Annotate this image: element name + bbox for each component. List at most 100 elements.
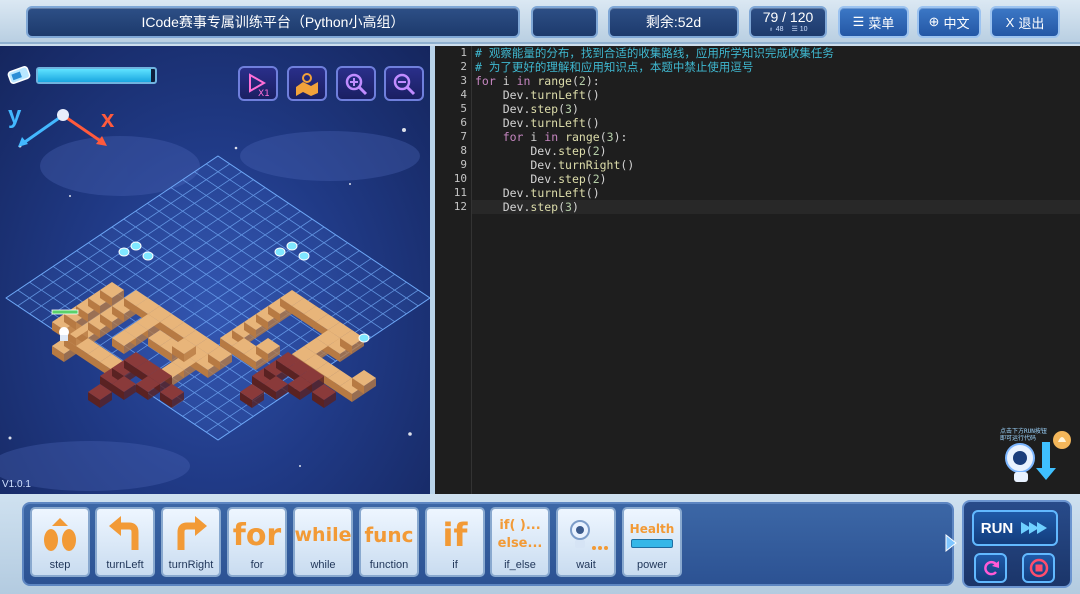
line-number: 11	[453, 186, 467, 199]
map-icon	[296, 72, 318, 96]
blank-panel	[531, 6, 598, 38]
speed-icon: X1	[249, 72, 270, 97]
menu-button[interactable]: ☰ 菜单	[838, 6, 909, 38]
block-if-else[interactable]: if( )... else... if_else	[490, 507, 550, 577]
svg-text:X1: X1	[258, 89, 270, 97]
line-number: 4	[460, 88, 467, 101]
health-glyph: Health	[624, 513, 680, 557]
progress-counter: 79 / 120 ♁ 48 ☰ 10	[749, 6, 827, 38]
code-line[interactable]: Dev.turnLeft()	[472, 186, 1080, 200]
energy-capsule	[298, 251, 310, 261]
helper-robot-icon	[1005, 431, 1071, 482]
for-glyph: for	[232, 517, 282, 553]
block-for[interactable]: for for	[227, 507, 287, 577]
code-line-active[interactable]: Dev.step(3)	[472, 200, 1080, 214]
block-turn-left[interactable]: turnLeft	[95, 507, 155, 577]
command-palette: step turnLeft turnRight for for while wh…	[0, 494, 1080, 594]
code-editor[interactable]: 1 2 3 4 5 6 7 8 9 10 11 12 # 观察能量的分布，找到合适的收集路线，应用所学…	[435, 46, 1080, 494]
block-while[interactable]: while while	[293, 507, 353, 577]
line-number: 5	[460, 102, 467, 115]
palette-scroll-right-icon[interactable]	[944, 533, 958, 553]
block-label: step	[49, 559, 71, 571]
while-glyph: while	[294, 524, 352, 546]
code-line[interactable]: Dev.step(2)	[472, 172, 1080, 186]
menu-icon: ☰	[852, 14, 865, 29]
block-label: function	[369, 559, 409, 571]
progress-sub-a: ♁ 48	[768, 25, 784, 33]
code-line[interactable]: for i in range(2):	[472, 74, 1080, 88]
turn-right-icon	[163, 513, 219, 557]
line-number: 6	[460, 116, 467, 129]
func-glyph: func	[364, 523, 414, 547]
zoom-in-icon	[345, 73, 368, 95]
line-number: 7	[460, 130, 467, 143]
code-line[interactable]: Dev.step(2)	[472, 144, 1080, 158]
refresh-icon	[983, 560, 999, 576]
code-line[interactable]: Dev.turnLeft()	[472, 88, 1080, 102]
code-area[interactable]: # 观察能量的分布，找到合适的收集路线，应用所学知识完成收集任务 # 为了更好的…	[471, 46, 1080, 494]
code-line[interactable]: Dev.turnRight()	[472, 158, 1080, 172]
block-turn-right[interactable]: turnRight	[161, 507, 221, 577]
language-button[interactable]: ⊕ 中文	[917, 6, 981, 38]
top-bar: ICode赛事专属训练平台（Python小高组） 剩余:52d 79 / 120…	[0, 0, 1080, 44]
fast-forward-icon	[1021, 522, 1048, 534]
line-number: 3	[460, 74, 467, 87]
exit-icon: X	[1005, 14, 1015, 30]
menu-label: 菜单	[868, 15, 895, 31]
block-label: if	[452, 559, 458, 571]
block-label: if_else	[504, 559, 536, 571]
globe-icon: ⊕	[928, 14, 940, 29]
run-button[interactable]: RUN	[972, 510, 1058, 546]
block-power[interactable]: Health power	[622, 507, 682, 577]
block-label: turnRight	[168, 559, 214, 571]
code-line[interactable]: Dev.turnLeft()	[472, 116, 1080, 130]
block-wait[interactable]: wait	[556, 507, 616, 577]
energy-fill	[38, 69, 152, 82]
language-label: 中文	[943, 15, 970, 31]
speed-button[interactable]: X1	[238, 66, 278, 101]
stop-icon	[1029, 558, 1048, 578]
run-panel: RUN	[962, 500, 1072, 588]
line-number: 1	[460, 46, 467, 59]
zoom-out-icon	[393, 73, 416, 95]
if-else-glyph: if( )... else...	[497, 518, 543, 551]
map-button[interactable]	[287, 66, 327, 101]
run-label: RUN	[980, 519, 1014, 537]
line-number: 9	[460, 158, 467, 171]
block-if[interactable]: if if	[425, 507, 485, 577]
turn-left-icon	[97, 513, 153, 557]
energy-capsule	[274, 247, 286, 257]
reset-button[interactable]	[974, 553, 1007, 583]
health-bar-icon	[631, 539, 673, 548]
energy-bar	[36, 67, 157, 84]
stop-button[interactable]	[1022, 553, 1055, 583]
block-label: for	[250, 559, 264, 571]
energy-capsule	[358, 333, 370, 343]
code-line[interactable]: # 为了更好的理解和应用知识点，本题中禁止使用逗号	[472, 60, 1080, 74]
block-label: turnLeft	[106, 559, 144, 571]
game-viewport[interactable]: X1 y x V1.0.1	[0, 46, 430, 494]
energy-capsule	[286, 241, 298, 251]
code-line[interactable]: for i in range(3):	[472, 130, 1080, 144]
zoom-out-button[interactable]	[384, 66, 424, 101]
energy-capsule	[130, 241, 142, 251]
remaining-days: 剩余:52d	[608, 6, 739, 38]
line-number: 8	[460, 144, 467, 157]
exit-button[interactable]: X 退出	[990, 6, 1060, 38]
code-line[interactable]: Dev.step(3)	[472, 102, 1080, 116]
block-function[interactable]: func function	[359, 507, 419, 577]
if-glyph: if	[442, 516, 468, 554]
block-label: wait	[576, 559, 596, 571]
step-icon	[32, 513, 88, 557]
zoom-in-button[interactable]	[336, 66, 376, 101]
code-line[interactable]: # 观察能量的分布，找到合适的收集路线，应用所学知识完成收集任务	[472, 46, 1080, 60]
battery-icon	[7, 66, 31, 84]
exit-label: 退出	[1018, 15, 1045, 31]
energy-capsule	[142, 251, 154, 261]
block-step[interactable]: step	[30, 507, 90, 577]
block-label: power	[637, 559, 667, 571]
line-number: 10	[453, 172, 467, 185]
progress-main: 79 / 120	[762, 8, 814, 25]
app-root: ICode赛事专属训练平台（Python小高组） 剩余:52d 79 / 120…	[0, 0, 1080, 594]
line-number-gutter: 1 2 3 4 5 6 7 8 9 10 11 12	[435, 46, 470, 494]
